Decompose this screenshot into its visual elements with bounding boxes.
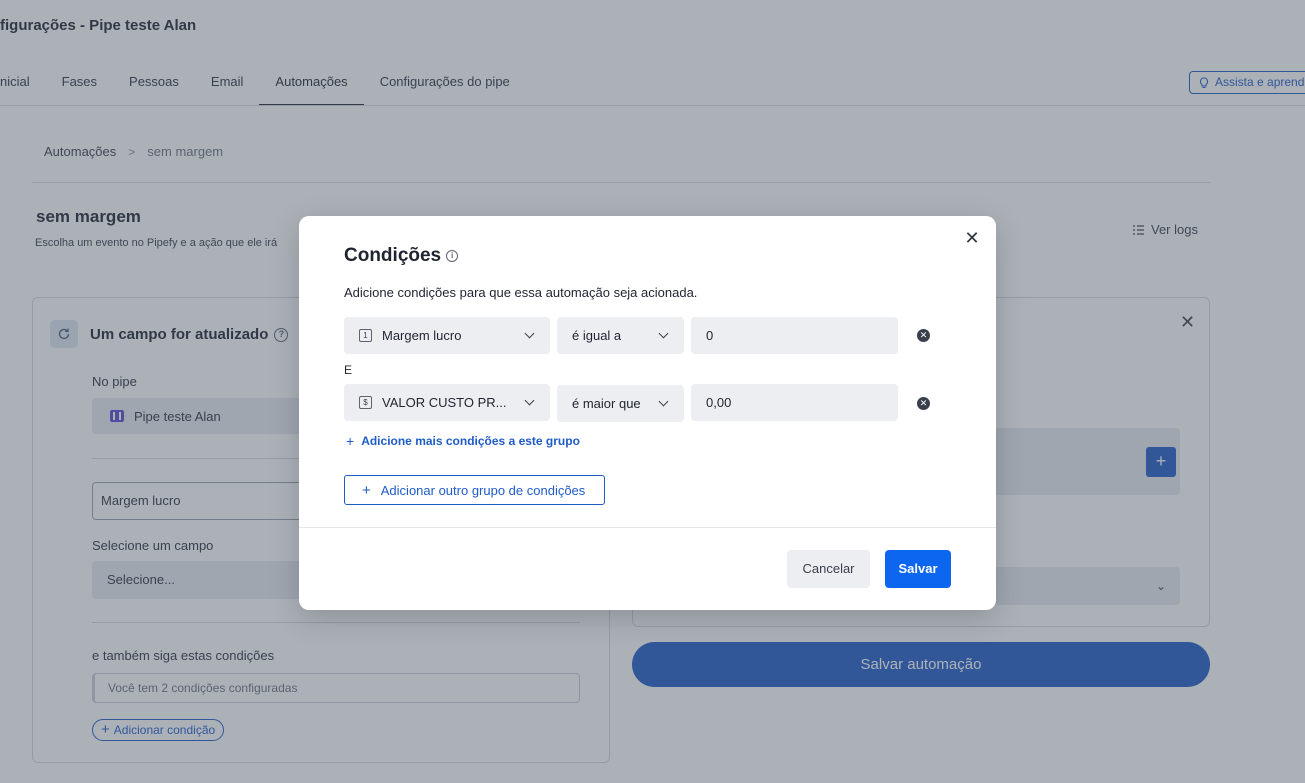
condition-field-select[interactable]: 1 Margem lucro <box>344 317 550 354</box>
condition-value: 0 <box>706 328 714 343</box>
modal-divider <box>299 527 996 528</box>
condition-operator-value: é maior que <box>572 396 641 411</box>
plus-icon: + <box>362 481 371 499</box>
conditions-modal: ✕ Condições i Adicione condições para qu… <box>299 216 996 610</box>
add-group-label: Adicionar outro grupo de condições <box>380 482 586 498</box>
condition-operator-value: é igual a <box>572 328 622 343</box>
condition-field-select[interactable]: $ VALOR CUSTO PR... <box>344 384 550 421</box>
condition-operator-select[interactable]: é igual a <box>557 317 684 354</box>
modal-title-text: Condições <box>344 245 442 266</box>
add-more-label: Adicione mais condições a este grupo <box>361 434 580 448</box>
condition-field-value: Margem lucro <box>382 328 462 343</box>
add-more-conditions-link[interactable]: + Adicione mais condições a este grupo <box>346 433 580 449</box>
chevron-down-icon <box>524 395 535 406</box>
chevron-down-icon <box>658 396 669 407</box>
modal-title: Condições i <box>344 245 459 267</box>
modal-subtitle: Adicione condições para que essa automaç… <box>344 285 698 300</box>
chevron-down-icon <box>524 328 535 339</box>
number-field-icon: 1 <box>359 329 372 342</box>
cancel-button[interactable]: Cancelar <box>787 550 870 588</box>
currency-field-icon: $ <box>359 396 372 409</box>
remove-condition-icon[interactable]: ✕ <box>917 329 930 342</box>
condition-value-input[interactable]: 0,00 <box>691 384 898 421</box>
condition-joiner: E <box>344 363 353 377</box>
condition-value: 0,00 <box>706 395 732 410</box>
close-icon[interactable]: ✕ <box>962 228 982 248</box>
plus-icon: + <box>346 433 355 449</box>
add-condition-group-button[interactable]: + Adicionar outro grupo de condições <box>344 475 605 505</box>
condition-value-input[interactable]: 0 <box>691 317 898 354</box>
chevron-down-icon <box>658 328 669 339</box>
remove-condition-icon[interactable]: ✕ <box>917 397 930 410</box>
condition-operator-select[interactable]: é maior que <box>557 385 684 422</box>
save-button[interactable]: Salvar <box>885 550 951 588</box>
info-icon[interactable]: i <box>446 250 459 262</box>
condition-field-value: VALOR CUSTO PR... <box>382 395 507 410</box>
